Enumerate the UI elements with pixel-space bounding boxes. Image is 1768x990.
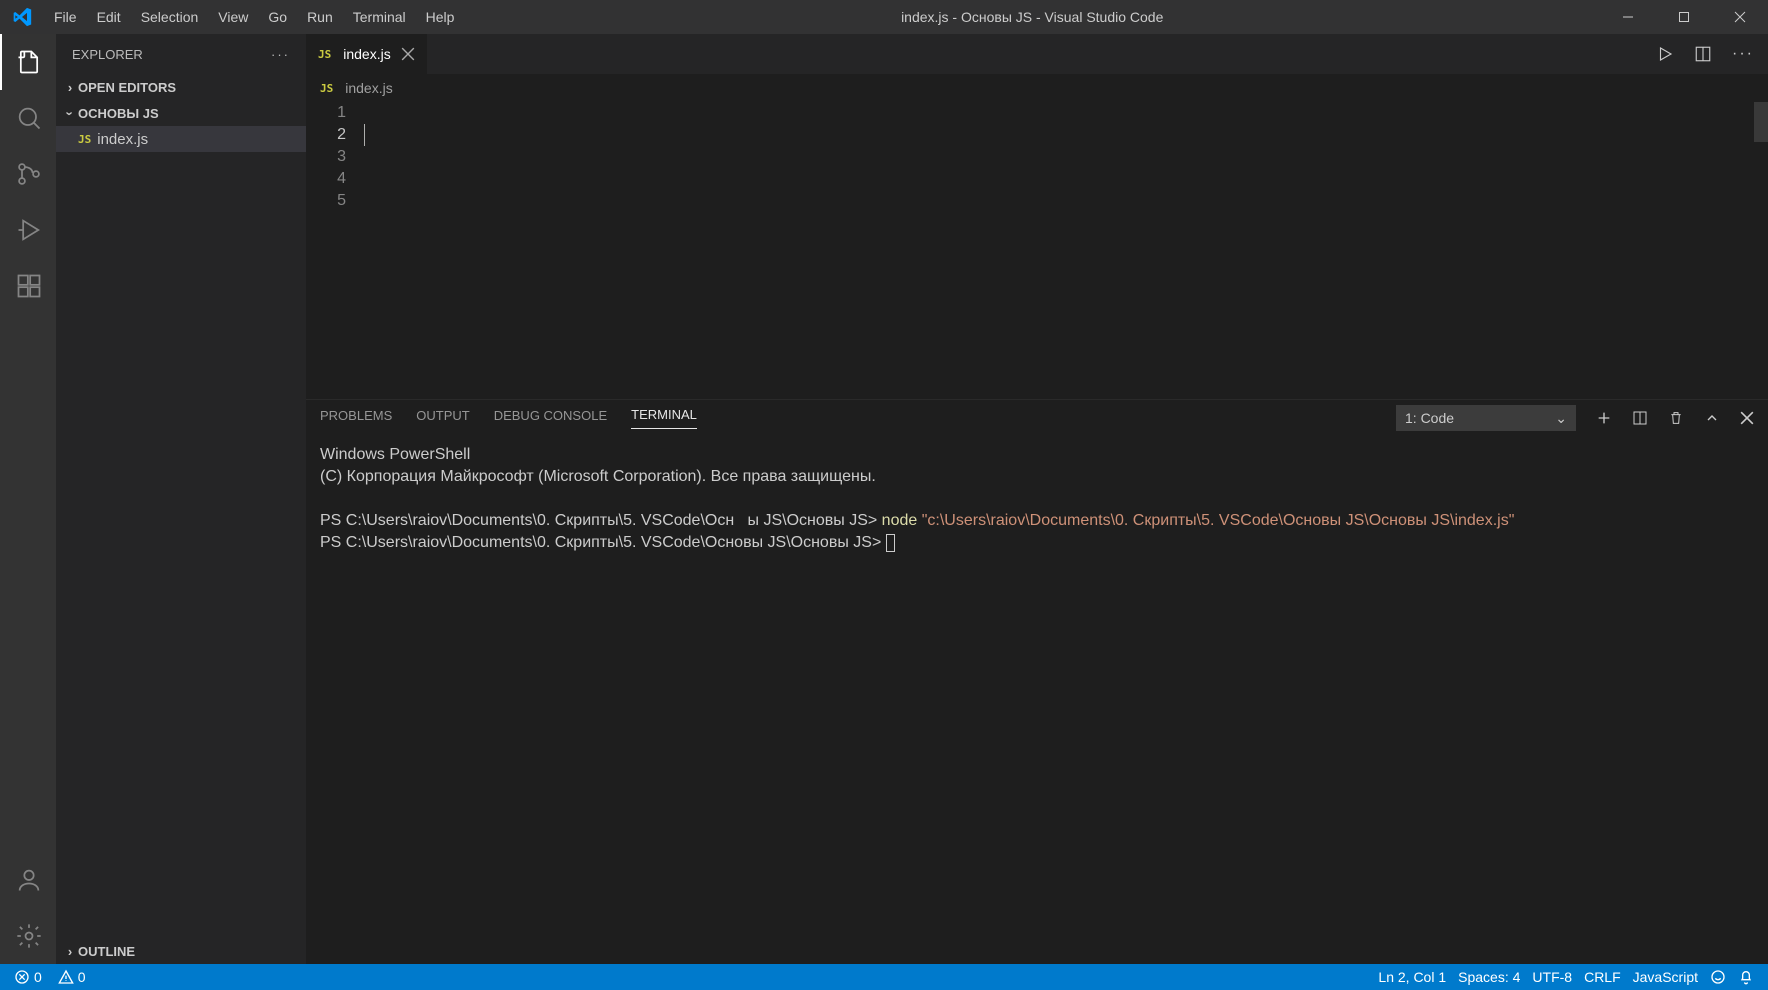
menu-run[interactable]: Run (297, 0, 343, 34)
activity-extensions[interactable] (0, 258, 56, 314)
activity-explorer[interactable] (0, 34, 56, 90)
terminal-output[interactable]: Windows PowerShell (C) Корпорация Майкро… (306, 436, 1768, 964)
chevron-right-icon: › (62, 80, 78, 95)
sidebar-title: EXPLORER ··· (56, 34, 306, 74)
menu-edit[interactable]: Edit (87, 0, 131, 34)
section-folder[interactable]: › ОСНОВЫ JS (56, 100, 306, 126)
titlebar: File Edit Selection View Go Run Terminal… (0, 0, 1768, 34)
terminal-selector[interactable]: 1: Code ⌄ (1396, 405, 1576, 431)
bottom-panel: PROBLEMS OUTPUT DEBUG CONSOLE TERMINAL 1… (306, 399, 1768, 964)
editor-area: JS index.js ··· JS index.js 1 2 3 4 (306, 34, 1768, 964)
activity-search[interactable] (0, 90, 56, 146)
window-controls (1600, 0, 1768, 34)
js-file-icon: JS (320, 82, 333, 95)
chevron-down-icon: ⌄ (1555, 410, 1567, 427)
activitybar (0, 34, 56, 964)
panel-tab-debug-console[interactable]: DEBUG CONSOLE (494, 408, 607, 429)
menubar: File Edit Selection View Go Run Terminal… (44, 0, 464, 34)
line-gutter: 1 2 3 4 5 (306, 102, 364, 399)
activity-accounts[interactable] (0, 852, 56, 908)
status-line-col[interactable]: Ln 2, Col 1 (1372, 964, 1452, 990)
new-terminal-icon[interactable] (1596, 410, 1612, 426)
maximize-panel-icon[interactable] (1704, 410, 1720, 426)
menu-terminal[interactable]: Terminal (343, 0, 416, 34)
chevron-down-icon: › (63, 105, 78, 121)
tab-close-icon[interactable] (401, 47, 415, 61)
vscode-logo-icon (0, 7, 44, 27)
file-tree-item[interactable]: JS index.js (56, 126, 306, 152)
more-icon[interactable]: ··· (1732, 45, 1754, 63)
activity-settings[interactable] (0, 908, 56, 964)
minimize-button[interactable] (1600, 0, 1656, 34)
breadcrumb[interactable]: JS index.js (306, 74, 1768, 102)
js-file-icon: JS (318, 48, 331, 61)
maximize-button[interactable] (1656, 0, 1712, 34)
panel-tabs: PROBLEMS OUTPUT DEBUG CONSOLE TERMINAL 1… (306, 400, 1768, 436)
kill-terminal-icon[interactable] (1668, 410, 1684, 426)
sidebar-more-icon[interactable]: ··· (271, 47, 290, 62)
panel-tab-terminal[interactable]: TERMINAL (631, 407, 697, 429)
activity-debug[interactable] (0, 202, 56, 258)
panel-tab-output[interactable]: OUTPUT (416, 408, 469, 429)
editor-tabs: JS index.js ··· (306, 34, 1768, 74)
chevron-right-icon: › (62, 944, 78, 959)
split-terminal-icon[interactable] (1632, 410, 1648, 426)
menu-help[interactable]: Help (416, 0, 465, 34)
window-title: index.js - Основы JS - Visual Studio Cod… (464, 9, 1600, 25)
menu-view[interactable]: View (208, 0, 258, 34)
menu-file[interactable]: File (44, 0, 87, 34)
activity-source-control[interactable] (0, 146, 56, 202)
section-outline[interactable]: › OUTLINE (56, 938, 306, 964)
scrollbar-thumb[interactable] (1754, 102, 1768, 142)
code-body[interactable] (364, 102, 1768, 399)
close-button[interactable] (1712, 0, 1768, 34)
status-indent[interactable]: Spaces: 4 (1452, 964, 1526, 990)
statusbar: 0 0 Ln 2, Col 1 Spaces: 4 UTF-8 CRLF Jav… (0, 964, 1768, 990)
status-encoding[interactable]: UTF-8 (1526, 964, 1578, 990)
close-panel-icon[interactable] (1740, 411, 1754, 425)
js-file-icon: JS (78, 133, 91, 146)
status-feedback-icon[interactable] (1704, 964, 1732, 990)
status-language[interactable]: JavaScript (1627, 964, 1704, 990)
terminal-cursor (886, 534, 895, 552)
menu-go[interactable]: Go (258, 0, 297, 34)
sidebar-explorer: EXPLORER ··· › OPEN EDITORS › ОСНОВЫ JS … (56, 34, 306, 964)
editor-tab[interactable]: JS index.js (306, 34, 428, 74)
run-file-icon[interactable] (1656, 45, 1674, 63)
status-warnings[interactable]: 0 (52, 964, 92, 990)
section-open-editors[interactable]: › OPEN EDITORS (56, 74, 306, 100)
code-editor[interactable]: 1 2 3 4 5 (306, 102, 1768, 399)
split-editor-icon[interactable] (1694, 45, 1712, 63)
status-eol[interactable]: CRLF (1578, 964, 1627, 990)
panel-tab-problems[interactable]: PROBLEMS (320, 408, 392, 429)
text-cursor (364, 124, 365, 146)
status-bell-icon[interactable] (1732, 964, 1760, 990)
menu-selection[interactable]: Selection (131, 0, 209, 34)
status-errors[interactable]: 0 (8, 964, 48, 990)
